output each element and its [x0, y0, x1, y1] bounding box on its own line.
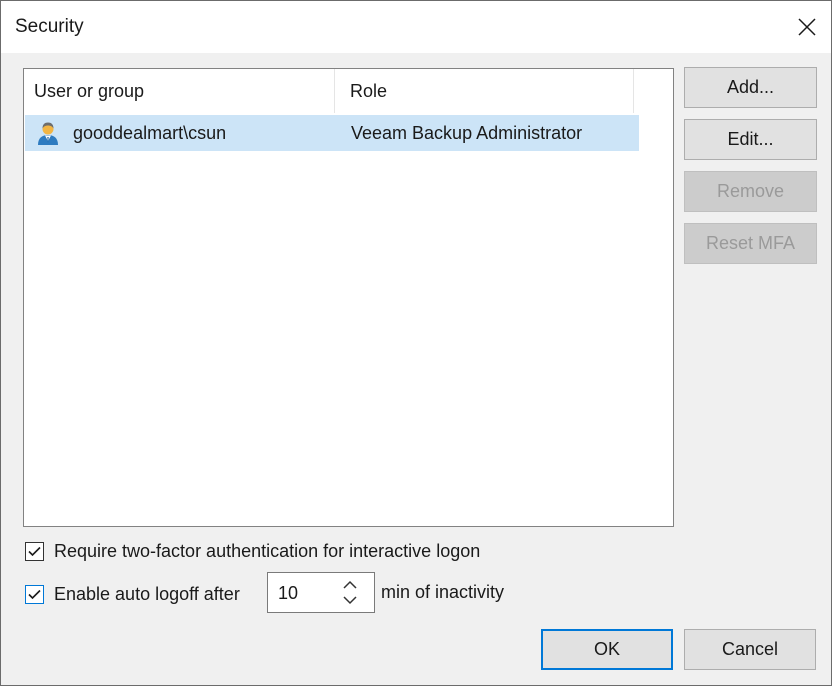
security-dialog: Security User or group Role gooddealmart… [0, 0, 832, 686]
dialog-title: Security [15, 16, 84, 37]
list-header: User or group Role [24, 69, 673, 113]
list-row-selected[interactable]: gooddealmart\csun Veeam Backup Administr… [25, 115, 639, 151]
ok-button[interactable]: OK [541, 629, 673, 670]
close-button[interactable] [789, 9, 825, 45]
checkmark-icon [28, 546, 41, 557]
user-icon [38, 122, 58, 145]
add-button[interactable]: Add... [684, 67, 817, 108]
user-name-cell: gooddealmart\csun [73, 123, 227, 143]
cancel-button[interactable]: Cancel [684, 629, 816, 670]
column-header-role[interactable]: Role [335, 69, 634, 113]
logoff-minutes-stepper [267, 572, 375, 613]
edit-button[interactable]: Edit... [684, 119, 817, 160]
logoff-suffix-label: min of inactivity [381, 582, 505, 602]
mfa-checkbox[interactable] [25, 542, 44, 561]
column-header-user[interactable]: User or group [24, 69, 335, 113]
mfa-label[interactable]: Require two-factor authentication for in… [54, 541, 480, 562]
logoff-minutes-input[interactable] [278, 583, 338, 604]
title-bar: Security [1, 1, 831, 53]
checkmark-icon [28, 589, 41, 600]
remove-button[interactable]: Remove [684, 171, 817, 212]
users-list[interactable]: User or group Role gooddealmart\csun Vee… [23, 68, 674, 527]
auto-logoff-option: Enable auto logoff after [25, 584, 240, 605]
chevron-down-icon[interactable] [342, 594, 358, 606]
close-x-icon [798, 18, 816, 36]
chevron-up-icon[interactable] [342, 579, 358, 591]
auto-logoff-checkbox[interactable] [25, 585, 44, 604]
auto-logoff-label[interactable]: Enable auto logoff after [54, 584, 240, 605]
mfa-option: Require two-factor authentication for in… [25, 541, 480, 562]
reset-mfa-button[interactable]: Reset MFA [684, 223, 817, 264]
role-cell: Veeam Backup Administrator [351, 123, 583, 143]
